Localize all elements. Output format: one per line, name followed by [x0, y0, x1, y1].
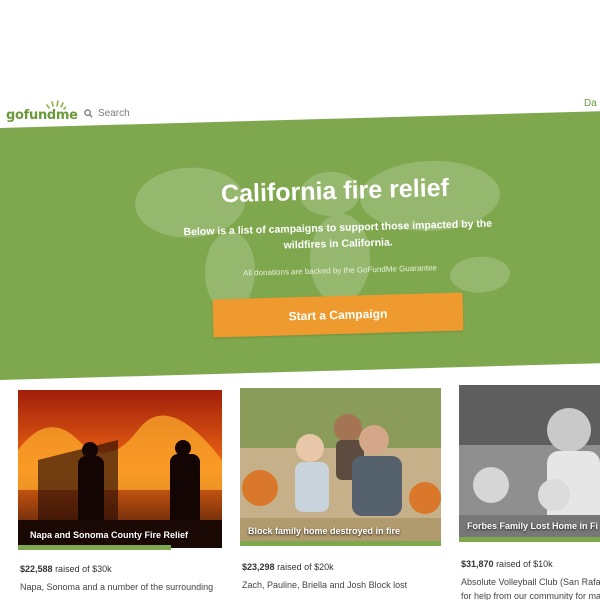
progress-bar [240, 541, 441, 546]
campaign-title[interactable]: Napa and Sonoma County Fire Relief [30, 530, 188, 540]
fire-photo-image [18, 390, 222, 548]
raised-amount: $22,588 raised of $30k [20, 564, 112, 574]
top-navigation-bar: gofundme Search Da [0, 0, 600, 132]
campaign-image[interactable] [459, 385, 600, 541]
progress-bar [18, 545, 171, 550]
raised-amount: $31,870 raised of $10k [461, 559, 553, 569]
raised-amount: $23,298 raised of $20k [242, 562, 334, 572]
search-link[interactable]: Search [84, 108, 130, 119]
search-icon [84, 109, 93, 118]
start-campaign-button[interactable]: Start a Campaign [212, 292, 464, 338]
campaign-card[interactable]: Forbes Family Lost Home in Fi [459, 385, 600, 545]
campaign-description: Napa, Sonoma and a number of the surroun… [20, 582, 214, 592]
campaign-description: Zach, Pauline, Briella and Josh Block lo… [242, 580, 408, 590]
campaign-card[interactable]: Napa and Sonoma County Fire Relief [18, 390, 222, 550]
campaign-image[interactable] [240, 388, 441, 544]
campaign-title[interactable]: Forbes Family Lost Home in Fi [467, 521, 598, 531]
family-photo-image [240, 388, 441, 544]
campaign-description-line2: for help from our community for ma [461, 591, 600, 600]
campaign-image[interactable] [18, 390, 222, 548]
search-label: Search [98, 108, 130, 119]
campaign-description: Absolute Volleyball Club (San Rafae [461, 577, 600, 587]
campaign-card[interactable]: Block family home destroyed in fire [240, 388, 441, 548]
nav-right-link[interactable]: Da [584, 98, 597, 109]
campaign-title[interactable]: Block family home destroyed in fire [248, 526, 400, 536]
gofundme-logo[interactable]: gofundme [6, 108, 78, 123]
progress-bar [459, 537, 600, 542]
family-photo-bw-image [459, 385, 600, 541]
